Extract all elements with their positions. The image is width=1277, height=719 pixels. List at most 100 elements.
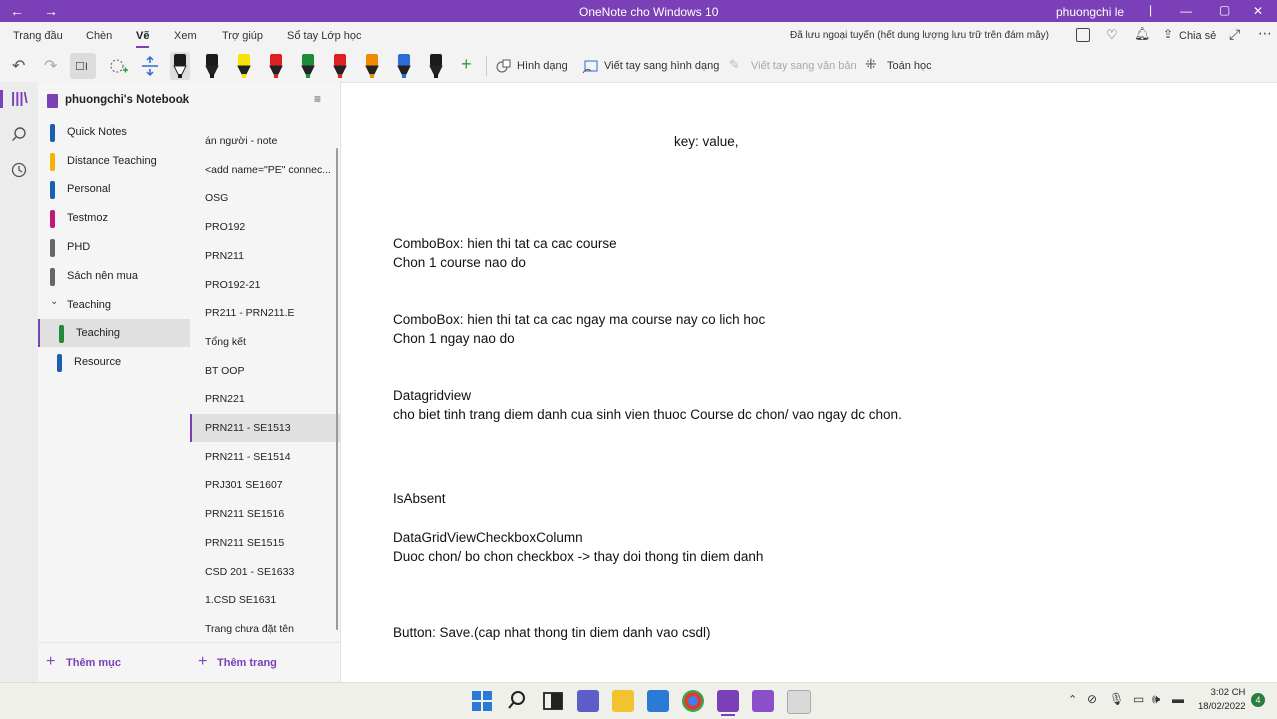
notebooks-icon[interactable]: |||\ bbox=[11, 90, 28, 107]
battery-icon[interactable]: ▬ bbox=[1172, 692, 1184, 706]
chevron-down-icon[interactable]: ⌄ bbox=[50, 296, 58, 307]
lasso-select-button[interactable]: ☐I bbox=[70, 53, 96, 79]
lasso-icon[interactable] bbox=[108, 55, 130, 82]
bell-icon[interactable]: 🔔︎ bbox=[1134, 26, 1151, 42]
section-item[interactable]: Teaching bbox=[38, 319, 190, 347]
page-item[interactable]: PRN211 SE1516 bbox=[190, 500, 340, 528]
section-item[interactable]: Distance Teaching bbox=[38, 147, 190, 175]
page-item[interactable]: PRO192-21 bbox=[190, 271, 340, 299]
todo-icon[interactable] bbox=[647, 690, 669, 712]
note-canvas[interactable]: key: value, ComboBox: hien thi tat ca ca… bbox=[341, 82, 1277, 682]
ink-to-text-button[interactable]: Viết tay sang văn bản bbox=[751, 60, 857, 72]
tab-draw[interactable]: Vẽ bbox=[136, 30, 150, 48]
maximize-button[interactable]: ▢ bbox=[1219, 3, 1230, 17]
add-section-button[interactable]: Thêm mục bbox=[66, 657, 121, 669]
page-item[interactable]: BT OOP bbox=[190, 357, 340, 385]
section-item[interactable]: Sách nên mua bbox=[38, 262, 190, 290]
page-item[interactable]: CSD 201 - SE1633 bbox=[190, 558, 340, 586]
page-item[interactable]: PRO192 bbox=[190, 213, 340, 241]
pen-icon[interactable] bbox=[298, 52, 318, 78]
pen-icon[interactable] bbox=[234, 52, 254, 78]
back-button[interactable]: ← bbox=[10, 3, 24, 19]
start-icon[interactable] bbox=[472, 691, 492, 716]
note-text[interactable]: Chon 1 ngay nao do bbox=[393, 331, 515, 346]
more-options-icon[interactable]: ⋯ bbox=[1258, 25, 1272, 42]
page-item[interactable]: PRJ301 SE1607 bbox=[190, 471, 340, 499]
onenote-icon[interactable] bbox=[717, 690, 739, 712]
tab-view[interactable]: Xem bbox=[174, 30, 197, 42]
chrome-icon[interactable] bbox=[682, 690, 704, 712]
expand-icon[interactable]: ⤢ bbox=[1229, 26, 1240, 43]
note-text[interactable]: Chon 1 course nao do bbox=[393, 255, 526, 270]
page-item[interactable]: PRN211 SE1515 bbox=[190, 529, 340, 557]
close-button[interactable]: ✕ bbox=[1253, 4, 1263, 18]
chevron-down-icon[interactable]: ⌄ bbox=[178, 93, 187, 106]
vpn-icon[interactable]: ⊘ bbox=[1087, 692, 1097, 706]
page-item[interactable]: Trang chưa đặt tên bbox=[190, 615, 340, 642]
math-button[interactable]: Toán học bbox=[887, 60, 932, 72]
section-item[interactable]: Resource bbox=[38, 348, 190, 376]
microphone-icon[interactable]: 🎙︎ bbox=[1109, 692, 1124, 706]
ink-to-shape-button[interactable]: Viết tay sang hình dạng bbox=[604, 60, 719, 72]
pen-icon[interactable] bbox=[330, 52, 350, 78]
page-item[interactable]: PRN211 - SE1514 bbox=[190, 443, 340, 471]
forward-button[interactable]: → bbox=[44, 3, 58, 19]
page-item[interactable]: PRN221 bbox=[190, 385, 340, 413]
chevron-up-icon[interactable]: ⌃ bbox=[1068, 693, 1077, 706]
snipping-tool-icon[interactable] bbox=[787, 690, 811, 714]
page-item[interactable]: <add name="PE" connec... bbox=[190, 156, 340, 184]
recent-icon[interactable] bbox=[11, 162, 27, 183]
note-text[interactable]: Duoc chon/ bo chon checkbox -> thay doi … bbox=[393, 549, 763, 564]
note-text[interactable]: Datagridview bbox=[393, 388, 471, 403]
tab-class-notebook[interactable]: Sổ tay Lớp học bbox=[287, 30, 361, 42]
section-group-teaching[interactable]: Teaching bbox=[67, 299, 111, 311]
pen-icon[interactable] bbox=[362, 52, 382, 78]
search-icon[interactable] bbox=[507, 690, 527, 715]
shapes-button[interactable]: Hình dạng bbox=[517, 60, 568, 72]
page-item[interactable]: án người - note bbox=[190, 127, 340, 155]
user-name[interactable]: phuongchi le bbox=[1056, 5, 1124, 19]
clock-date[interactable]: 18/02/2022 bbox=[1198, 701, 1246, 712]
pen-icon[interactable] bbox=[170, 52, 190, 80]
section-item[interactable]: Quick Notes bbox=[38, 118, 190, 146]
section-item[interactable]: Testmoz bbox=[38, 204, 190, 232]
lightbulb-icon[interactable]: ♡ bbox=[1106, 27, 1118, 43]
notification-badge[interactable]: 4 bbox=[1251, 693, 1265, 707]
section-item[interactable]: PHD bbox=[38, 233, 190, 261]
note-text[interactable]: ComboBox: hien thi tat ca cac course bbox=[393, 236, 617, 251]
page-item[interactable]: PRN211 - SE1513 bbox=[190, 414, 340, 442]
pen-icon[interactable] bbox=[266, 52, 286, 78]
tab-help[interactable]: Trợ giúp bbox=[222, 30, 263, 42]
note-text[interactable]: DataGridViewCheckboxColumn bbox=[393, 530, 583, 545]
note-text[interactable]: cho biet tinh trang diem danh cua sinh v… bbox=[393, 407, 902, 422]
add-page-button[interactable]: Thêm trang bbox=[217, 657, 277, 669]
page-item[interactable]: Tổng kết bbox=[190, 328, 340, 356]
page-list-scrollbar[interactable] bbox=[336, 148, 338, 630]
share-button[interactable]: Chia sẻ bbox=[1179, 30, 1216, 42]
add-pen-icon[interactable]: + bbox=[461, 54, 472, 75]
add-space-icon[interactable] bbox=[140, 55, 160, 82]
minimize-button[interactable]: — bbox=[1180, 4, 1192, 18]
pen-icon[interactable] bbox=[202, 52, 222, 78]
page-item[interactable]: PR211 - PRN211.E bbox=[190, 299, 340, 327]
clock-time[interactable]: 3:02 CH bbox=[1210, 687, 1246, 698]
tab-insert[interactable]: Chèn bbox=[86, 30, 112, 42]
volume-icon[interactable]: 🕪︎ bbox=[1152, 691, 1160, 707]
redo-icon[interactable]: ↷ bbox=[44, 56, 57, 76]
note-text[interactable]: ComboBox: hien thi tat ca cac ngay ma co… bbox=[393, 312, 765, 327]
page-item[interactable]: 1.CSD SE1631 bbox=[190, 586, 340, 614]
file-explorer-icon[interactable] bbox=[612, 690, 634, 712]
teams-chat-icon[interactable] bbox=[577, 690, 599, 712]
page-item[interactable]: PRN211 bbox=[190, 242, 340, 270]
pen-icon[interactable] bbox=[426, 52, 446, 78]
notebook-name[interactable]: phuongchi's Notebook bbox=[65, 94, 189, 106]
search-icon[interactable] bbox=[11, 126, 27, 147]
undo-icon[interactable]: ↶ bbox=[12, 56, 25, 76]
note-text[interactable]: Button: Save.(cap nhat thong tin diem da… bbox=[393, 625, 710, 640]
pen-icon[interactable] bbox=[394, 52, 414, 78]
notebook-icon[interactable] bbox=[1076, 28, 1090, 42]
note-text[interactable]: IsAbsent bbox=[393, 491, 446, 506]
note-text[interactable]: key: value, bbox=[674, 134, 739, 149]
network-icon[interactable]: ▭ bbox=[1133, 692, 1144, 706]
task-view-icon[interactable] bbox=[543, 691, 563, 716]
